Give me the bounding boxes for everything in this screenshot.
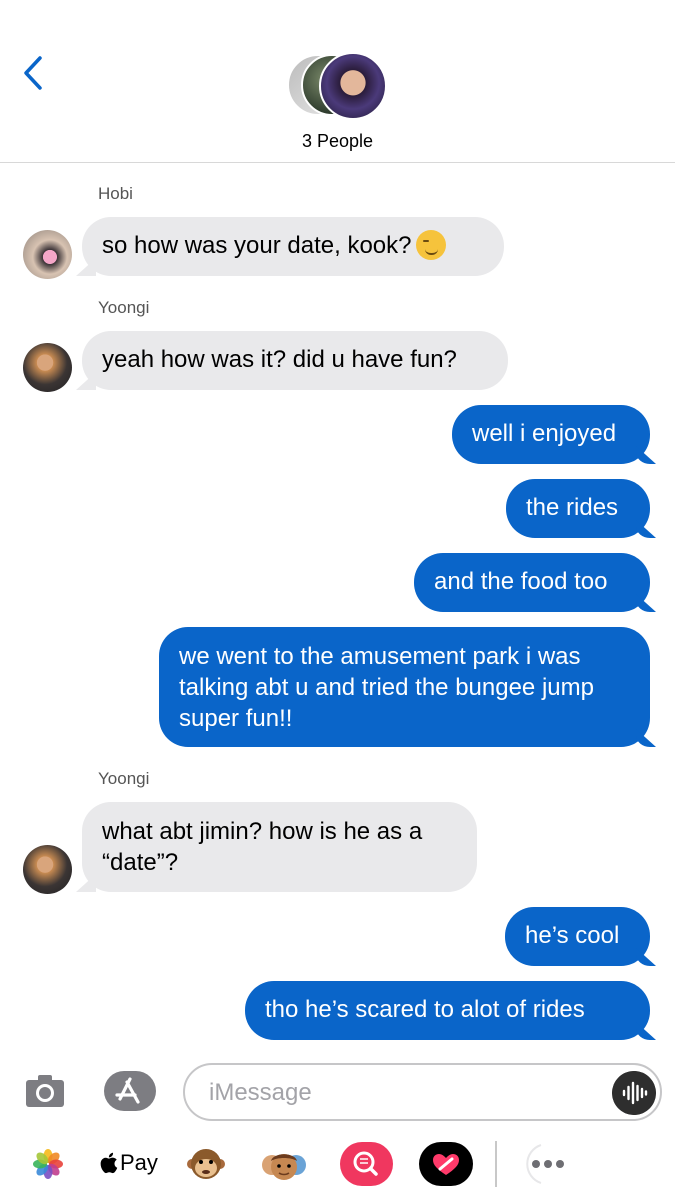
- outgoing-message-bubble[interactable]: well i enjoyed: [452, 405, 650, 464]
- message-text: tho he’s scared to alot of rides: [265, 996, 585, 1023]
- message-text: yeah how was it? did u have fun?: [102, 346, 457, 373]
- smirking-face-icon: [415, 229, 446, 260]
- message-text: well i enjoyed: [472, 420, 617, 447]
- message-text: he’s cool: [525, 922, 620, 949]
- sender-name: Yoongi: [98, 298, 150, 317]
- compose-bar: iMessage: [0, 1055, 675, 1130]
- drawer-divider: [495, 1141, 497, 1187]
- memoji-icon[interactable]: [260, 1143, 308, 1185]
- camera-icon[interactable]: [25, 1074, 65, 1108]
- group-avatars[interactable]: [287, 52, 391, 122]
- message-input-placeholder: iMessage: [209, 1079, 312, 1106]
- message-text: what abt jimin? how is he as a “date”?: [102, 818, 423, 876]
- apple-pay-label[interactable]: Pay: [120, 1150, 158, 1176]
- avatar[interactable]: [23, 343, 72, 392]
- chevron-left-icon[interactable]: [20, 54, 50, 92]
- message-text: so how was your date, kook?: [102, 232, 412, 259]
- sender-name: Yoongi: [98, 769, 150, 788]
- avatar[interactable]: [23, 845, 72, 894]
- search-images-icon[interactable]: [340, 1142, 393, 1186]
- more-icon[interactable]: [520, 1143, 576, 1185]
- photos-icon[interactable]: [33, 1149, 63, 1179]
- app-store-icon[interactable]: [103, 1070, 157, 1112]
- conversation-header: 3 People: [0, 0, 675, 163]
- audio-waveform-icon[interactable]: [612, 1071, 656, 1115]
- conversation-title[interactable]: 3 People: [0, 131, 675, 152]
- outgoing-message-bubble[interactable]: and the food too: [414, 553, 650, 612]
- monkey-animoji-icon[interactable]: [186, 1144, 226, 1184]
- apple-pay-icon[interactable]: [100, 1151, 120, 1175]
- message-text: we went to the amusement park i was talk…: [179, 643, 594, 732]
- incoming-message-bubble[interactable]: what abt jimin? how is he as a “date”?: [82, 802, 477, 892]
- outgoing-message-bubble[interactable]: tho he’s scared to alot of rides: [245, 981, 650, 1040]
- app-drawer: Pay: [0, 1137, 675, 1200]
- avatar: [319, 52, 387, 120]
- outgoing-message-bubble[interactable]: he’s cool: [505, 907, 650, 966]
- outgoing-message-bubble[interactable]: the rides: [506, 479, 650, 538]
- avatar[interactable]: [23, 230, 72, 279]
- message-text: and the food too: [434, 568, 608, 595]
- sender-name: Hobi: [98, 184, 133, 203]
- digital-touch-icon[interactable]: [419, 1142, 473, 1186]
- message-text: the rides: [526, 494, 619, 521]
- outgoing-message-bubble[interactable]: we went to the amusement park i was talk…: [159, 627, 650, 747]
- incoming-message-bubble[interactable]: so how was your date, kook?: [82, 217, 504, 276]
- message-input[interactable]: iMessage: [183, 1063, 662, 1121]
- incoming-message-bubble[interactable]: yeah how was it? did u have fun?: [82, 331, 508, 390]
